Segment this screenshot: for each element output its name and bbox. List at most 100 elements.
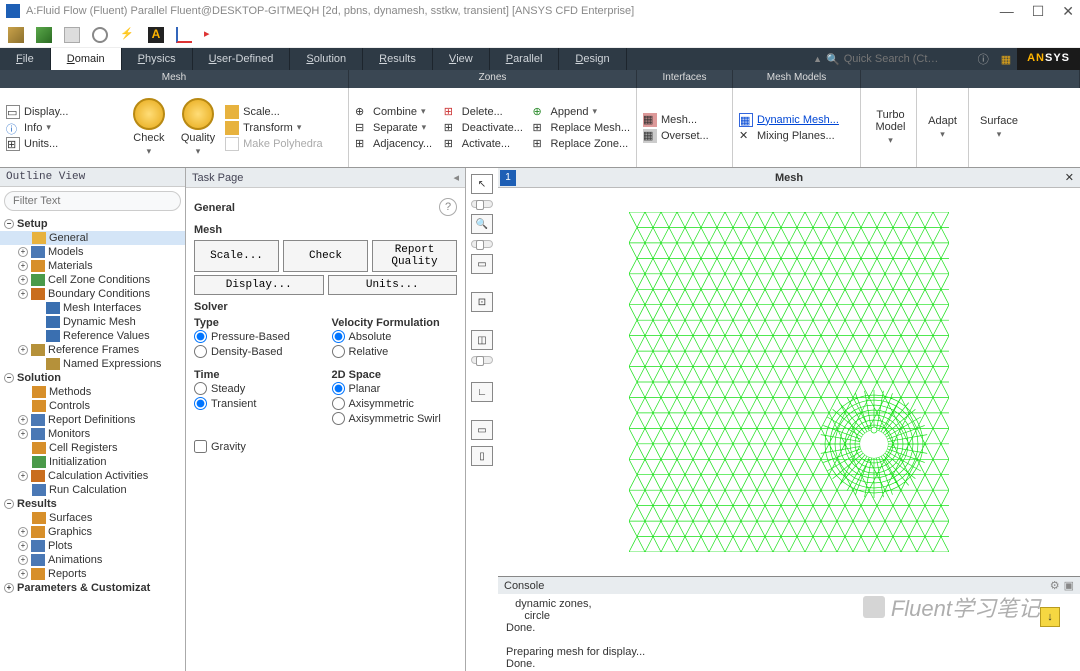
tree-calculation-activities[interactable]: +Calculation Activities [0, 469, 185, 483]
check-button[interactable]: Check▾ [125, 88, 173, 167]
mesh-int-button[interactable]: ▦Mesh... [641, 112, 728, 128]
taskpage-collapse[interactable]: ◂ [453, 171, 459, 184]
adjacency-button[interactable]: ⊞Adjacency... [353, 136, 442, 152]
probe-tool[interactable]: ⊡ [471, 292, 493, 312]
tab-parallel[interactable]: Parallel [490, 48, 560, 70]
type-density-based[interactable]: Density-Based [194, 344, 320, 359]
tree-report-definitions[interactable]: +Report Definitions [0, 413, 185, 427]
tree-results[interactable]: −Results [0, 497, 185, 511]
quick-search[interactable]: ▲ 🔍 [805, 48, 972, 70]
scale-button[interactable]: Scale... [223, 104, 344, 120]
panel-icon[interactable]: ▦ [995, 48, 1017, 70]
console-scroll-btn[interactable]: ↓ [1040, 607, 1060, 627]
vel-absolute[interactable]: Absolute [332, 329, 458, 344]
delete-button[interactable]: ⊞Delete... [442, 104, 531, 120]
mixing-planes-button[interactable]: ✕Mixing Planes... [737, 128, 856, 144]
vel-relative[interactable]: Relative [332, 344, 458, 359]
report-qualitybutton[interactable]: Report Quality [372, 240, 457, 272]
tree-monitors[interactable]: +Monitors [0, 427, 185, 441]
units-button[interactable]: ⊞Units... [4, 136, 125, 152]
checkbutton[interactable]: Check [283, 240, 368, 272]
tab-domain[interactable]: Domain [51, 48, 122, 70]
info-button[interactable]: ⓘInfo ▾ [4, 120, 125, 136]
space-axisymmetric[interactable]: Axisymmetric [332, 396, 458, 411]
play-icon[interactable]: ▸ [204, 27, 220, 43]
tree-reports[interactable]: +Reports [0, 567, 185, 581]
tree-materials[interactable]: +Materials [0, 259, 185, 273]
select-tool[interactable]: ▭ [471, 254, 493, 274]
time-transient[interactable]: Transient [194, 396, 320, 411]
tree-reference-values[interactable]: Reference Values [0, 329, 185, 343]
space-axisymmetric-swirl[interactable]: Axisymmetric Swirl [332, 411, 458, 426]
tree-initialization[interactable]: Initialization [0, 455, 185, 469]
tree-boundary-conditions[interactable]: +Boundary Conditions [0, 287, 185, 301]
gravity-checkbox[interactable]: Gravity [194, 440, 457, 453]
cube-icon[interactable] [8, 27, 24, 43]
transform-button[interactable]: Transform ▾ [223, 120, 344, 136]
append-button[interactable]: ⊕Append ▾ [531, 104, 632, 120]
quality-button[interactable]: Quality▾ [173, 88, 223, 167]
tree-cell-registers[interactable]: Cell Registers [0, 441, 185, 455]
replace-zone-button[interactable]: ⊞Replace Zone... [531, 136, 632, 152]
tree-parameters-customizat[interactable]: +Parameters & Customizat [0, 581, 185, 595]
make-poly-button[interactable]: Make Polyhedra [223, 136, 344, 152]
tree-reference-frames[interactable]: +Reference Frames [0, 343, 185, 357]
maximize-button[interactable]: ☐ [1032, 3, 1045, 20]
dynamic-mesh-button[interactable]: ▦Dynamic Mesh... [737, 112, 856, 128]
tab-view[interactable]: View [433, 48, 490, 70]
display-button[interactable]: Display... [194, 275, 324, 295]
console-pin-icon[interactable]: ▣ [1064, 579, 1074, 592]
cube2-icon[interactable] [36, 27, 52, 43]
console-gear-icon[interactable]: ⚙ [1050, 579, 1060, 592]
tree-cell-zone-conditions[interactable]: +Cell Zone Conditions [0, 273, 185, 287]
type-pressure-based[interactable]: Pressure-Based [194, 329, 320, 344]
scale-button[interactable]: Scale... [194, 240, 279, 272]
separate-button[interactable]: ⊟Separate ▾ [353, 120, 442, 136]
replace-mesh-button[interactable]: ⊞Replace Mesh... [531, 120, 632, 136]
tree-named-expressions[interactable]: Named Expressions [0, 357, 185, 371]
tree-animations[interactable]: +Animations [0, 553, 185, 567]
canvas-close[interactable]: ✕ [1059, 171, 1080, 184]
axis-tool[interactable]: ∟ [471, 382, 493, 402]
tab-solution[interactable]: Solution [290, 48, 363, 70]
pointer-tool[interactable]: ↖ [471, 174, 493, 194]
units-button[interactable]: Units... [328, 275, 458, 295]
combine-button[interactable]: ⊕Combine ▾ [353, 104, 442, 120]
tree-setup[interactable]: −Setup [0, 217, 185, 231]
search-input[interactable] [844, 53, 964, 65]
tree-methods[interactable]: Methods [0, 385, 185, 399]
help-button[interactable]: ? [439, 198, 457, 216]
tree-surfaces[interactable]: Surfaces [0, 511, 185, 525]
pointer-slider[interactable] [471, 200, 493, 208]
time-steady[interactable]: Steady [194, 381, 320, 396]
console-output[interactable]: dynamic zones, circle Done. Preparing me… [498, 594, 1080, 671]
turbo-button[interactable]: Turbo Model▾ [865, 88, 917, 167]
deactivate-button[interactable]: ⊞Deactivate... [442, 120, 531, 136]
close-button[interactable]: ✕ [1062, 3, 1074, 20]
outline-tree[interactable]: −SetupGeneral+Models+Materials+Cell Zone… [0, 215, 185, 671]
tab-physics[interactable]: Physics [122, 48, 193, 70]
adapt-button[interactable]: Adapt▾ [917, 88, 969, 167]
surface-button[interactable]: Surface▾ [969, 88, 1029, 167]
a-icon[interactable]: A [148, 27, 164, 43]
tab-file[interactable]: File [0, 48, 51, 70]
cube-tool[interactable]: ◫ [471, 330, 493, 350]
tree-graphics[interactable]: +Graphics [0, 525, 185, 539]
tree-models[interactable]: +Models [0, 245, 185, 259]
tab-user-defined[interactable]: User-Defined [193, 48, 291, 70]
tree-general[interactable]: General [0, 231, 185, 245]
activate-button[interactable]: ⊞Activate... [442, 136, 531, 152]
tree-mesh-interfaces[interactable]: Mesh Interfaces [0, 301, 185, 315]
overset-button[interactable]: ▦Overset... [641, 128, 728, 144]
bolt-icon[interactable]: ⚡ [120, 27, 136, 43]
mesh-view[interactable] [498, 188, 1080, 576]
tab-results[interactable]: Results [363, 48, 433, 70]
layout1-tool[interactable]: ▭ [471, 420, 493, 440]
tree-dynamic-mesh[interactable]: Dynamic Mesh [0, 315, 185, 329]
cube-slider[interactable] [471, 356, 493, 364]
filter-input[interactable] [4, 191, 181, 211]
tree-solution[interactable]: −Solution [0, 371, 185, 385]
tree-controls[interactable]: Controls [0, 399, 185, 413]
minimize-button[interactable]: — [1000, 3, 1014, 20]
chart-icon[interactable] [176, 27, 192, 43]
